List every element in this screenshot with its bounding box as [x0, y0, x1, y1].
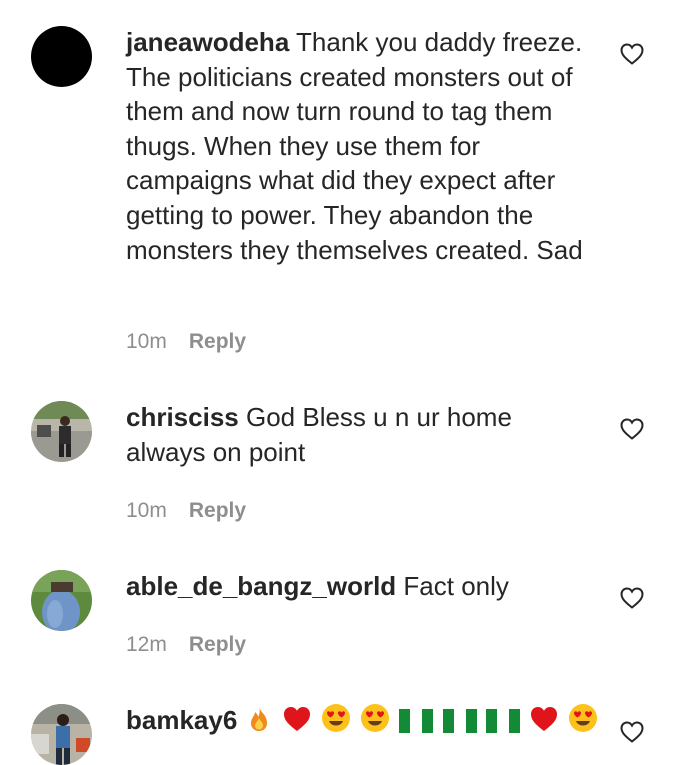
comment-text: Fact only [403, 571, 509, 601]
nigeria-flag-icon [485, 709, 520, 733]
comment-timestamp: 10m [126, 499, 167, 522]
comment-timestamp: 10m [126, 330, 167, 353]
comment-body: bamkay6 [126, 703, 606, 738]
like-heart-icon[interactable] [620, 43, 644, 65]
comment-text: Thank you daddy freeze. The politicians … [126, 27, 583, 265]
avatar[interactable] [31, 26, 92, 87]
comment-body: janeawodeha Thank you daddy freeze. The … [126, 25, 596, 267]
avatar[interactable] [31, 401, 92, 462]
like-heart-icon[interactable] [620, 418, 644, 440]
avatar[interactable] [31, 704, 92, 765]
heart-eyes-icon [360, 703, 390, 733]
comment-meta: 12m Reply [126, 633, 246, 657]
like-heart-icon[interactable] [620, 587, 644, 609]
comment-username[interactable]: bamkay6 [126, 705, 237, 735]
comment-meta: 10m Reply [126, 499, 246, 523]
comment-username[interactable]: able_de_bangz_world [126, 571, 396, 601]
fire-icon [245, 705, 273, 733]
heart-eyes-icon [568, 703, 598, 733]
reply-button[interactable]: Reply [189, 499, 246, 522]
reply-button[interactable]: Reply [189, 633, 246, 656]
emoji-row [245, 703, 601, 735]
comment-body: chrisciss God Bless u n ur home always o… [126, 400, 596, 469]
nigeria-flag-icon [442, 709, 477, 733]
comment-body: able_de_bangz_world Fact only [126, 569, 596, 604]
red-heart-icon [282, 705, 312, 733]
comment-timestamp: 12m [126, 633, 167, 656]
reply-button[interactable]: Reply [189, 330, 246, 353]
comment-meta: 10m Reply [126, 330, 246, 354]
heart-eyes-icon [321, 703, 351, 733]
avatar[interactable] [31, 570, 92, 631]
red-heart-icon [529, 705, 559, 733]
comment-username[interactable]: janeawodeha [126, 27, 289, 57]
comment-username[interactable]: chrisciss [126, 402, 239, 432]
like-heart-icon[interactable] [620, 721, 644, 743]
nigeria-flag-icon [399, 709, 434, 733]
